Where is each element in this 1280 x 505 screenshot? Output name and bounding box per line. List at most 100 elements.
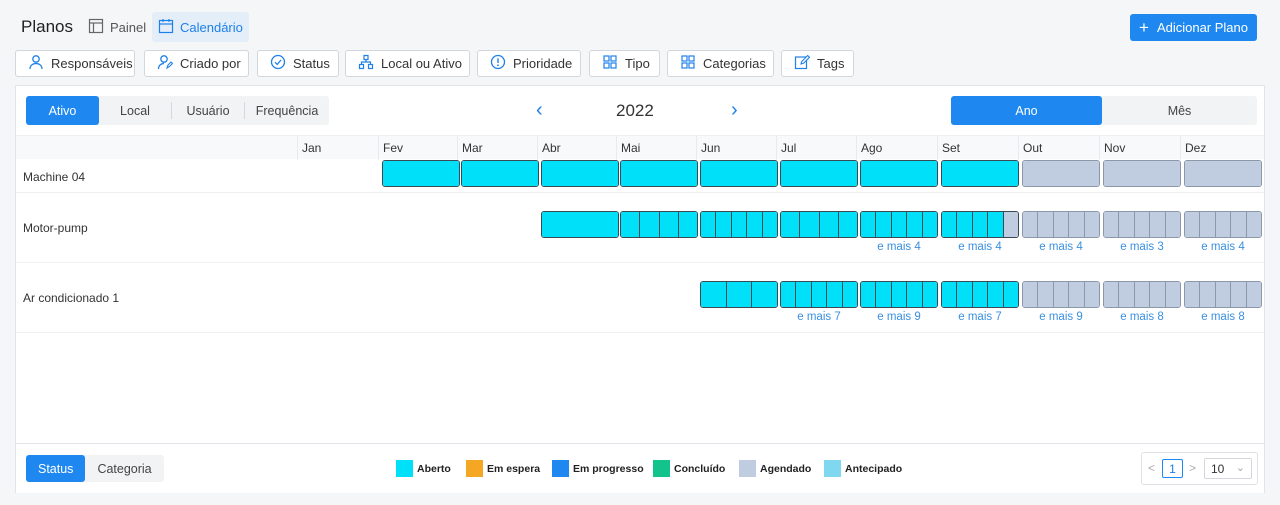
plan-block-dez[interactable] [1184,160,1262,187]
plan-item[interactable] [800,212,820,237]
plan-item[interactable] [1084,282,1099,307]
plan-item[interactable] [1023,282,1039,307]
plan-block-ago[interactable] [860,160,938,187]
plan-item[interactable] [1134,212,1151,237]
plan-item[interactable] [1150,282,1166,307]
add-plan-button[interactable]: + Adicionar Plano [1130,14,1257,41]
plan-item[interactable] [1053,282,1070,307]
plan-item[interactable] [1165,212,1180,237]
plan-item[interactable] [762,212,777,237]
page-size-select[interactable]: 10 ⌄ [1204,458,1252,479]
plan-block-set[interactable] [941,281,1019,308]
plan-item[interactable] [1023,161,1099,186]
plan-item[interactable] [861,282,877,307]
plan-item[interactable] [1185,282,1201,307]
next-page-button[interactable]: > [1189,461,1196,475]
plan-item[interactable] [1003,212,1018,237]
plan-block-jul[interactable] [780,281,858,308]
more-link[interactable]: e mais 4 [1022,241,1100,253]
plan-block-nov[interactable] [1103,211,1181,238]
plan-item[interactable] [640,212,660,237]
plan-block-fev[interactable] [382,160,460,187]
plan-item[interactable] [1185,161,1261,186]
next-year-button[interactable]: › [731,99,738,122]
plan-block-out[interactable] [1022,281,1100,308]
plan-item[interactable] [1215,282,1232,307]
plan-item[interactable] [942,282,958,307]
plan-item[interactable] [1038,282,1054,307]
plan-block-abr[interactable] [541,211,619,238]
plan-item[interactable] [1069,282,1085,307]
plan-block-out[interactable] [1022,211,1100,238]
plan-block-ago[interactable] [860,211,938,238]
plan-block-nov[interactable] [1103,160,1181,187]
plan-item[interactable] [942,212,958,237]
plan-item[interactable] [1119,212,1135,237]
plan-item[interactable] [383,161,459,186]
more-link[interactable]: e mais 8 [1184,311,1262,323]
plan-item[interactable] [861,161,937,186]
more-link[interactable]: e mais 9 [1022,311,1100,323]
filter-responsaveis[interactable]: Responsáveis [15,50,135,77]
plan-item[interactable] [701,161,777,186]
plan-item[interactable] [716,212,732,237]
prev-page-button[interactable]: < [1148,461,1155,475]
plan-item[interactable] [1104,212,1120,237]
plan-item[interactable] [957,212,973,237]
legend-by-status[interactable]: Status [26,455,86,482]
legend-by-categoria[interactable]: Categoria [85,455,163,482]
plan-item[interactable] [1185,212,1201,237]
plan-item[interactable] [1215,212,1232,237]
plan-block-set[interactable] [941,211,1019,238]
plan-item[interactable] [1246,212,1261,237]
plan-item[interactable] [842,282,857,307]
plan-block-dez[interactable] [1184,211,1262,238]
plan-block-out[interactable] [1022,160,1100,187]
plan-item[interactable] [1053,212,1070,237]
plan-block-mai[interactable] [620,211,698,238]
plan-item[interactable] [462,161,538,186]
plan-item[interactable] [1231,212,1247,237]
plan-item[interactable] [907,282,923,307]
plan-item[interactable] [861,212,877,237]
plan-item[interactable] [781,161,857,186]
plan-item[interactable] [1104,282,1120,307]
plan-item[interactable] [1134,282,1151,307]
plan-item[interactable] [747,212,763,237]
plan-item[interactable] [542,161,618,186]
more-link[interactable]: e mais 4 [1184,241,1262,253]
plan-block-jul[interactable] [780,211,858,238]
plan-item[interactable] [542,212,618,237]
plan-item[interactable] [876,212,892,237]
plan-item[interactable] [621,212,641,237]
more-link[interactable]: e mais 4 [941,241,1019,253]
plan-item[interactable] [781,282,797,307]
plan-item[interactable] [988,282,1004,307]
plan-item[interactable] [1069,212,1085,237]
plan-item[interactable] [1231,282,1247,307]
plan-block-dez[interactable] [1184,281,1262,308]
plan-item[interactable] [922,282,937,307]
plan-item[interactable] [972,282,989,307]
plan-item[interactable] [819,212,839,237]
plan-item[interactable] [731,212,748,237]
filter-categorias[interactable]: Categorias [667,50,774,77]
plan-item[interactable] [726,282,753,307]
plan-item[interactable] [781,212,801,237]
plan-item[interactable] [1119,282,1135,307]
filter-prioridade[interactable]: Prioridade [477,50,581,77]
more-link[interactable]: e mais 4 [860,241,938,253]
plan-block-abr[interactable] [541,160,619,187]
group-by-local[interactable]: Local [99,96,171,125]
plan-item[interactable] [891,212,908,237]
plan-item[interactable] [701,212,717,237]
plan-block-jun[interactable] [700,281,778,308]
plan-block-nov[interactable] [1103,281,1181,308]
scale-ano[interactable]: Ano [951,96,1102,125]
plan-item[interactable] [811,282,828,307]
plan-block-set[interactable] [941,160,1019,187]
plan-item[interactable] [922,212,937,237]
plan-item[interactable] [1104,161,1180,186]
plan-item[interactable] [678,212,697,237]
filter-tipo[interactable]: Tipo [589,50,660,77]
